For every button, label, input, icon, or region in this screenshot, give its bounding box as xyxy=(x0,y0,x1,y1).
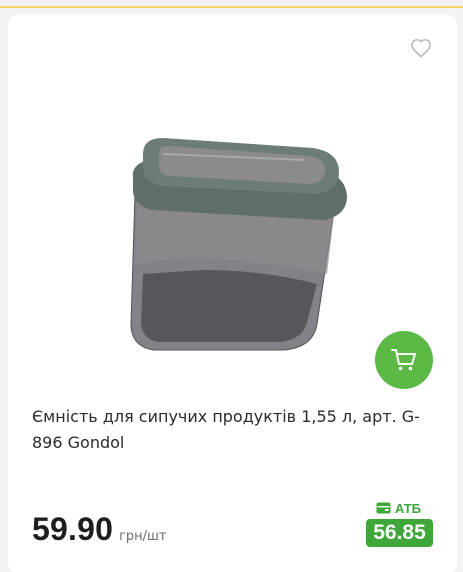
product-card[interactable]: Ємність для сипучих продуктів 1,55 л, ар… xyxy=(8,14,457,572)
loyalty-label-text: АТБ xyxy=(395,500,422,516)
favorite-button[interactable] xyxy=(410,38,434,60)
regular-price: 59.90 грн/шт xyxy=(32,511,167,548)
product-image[interactable] xyxy=(113,124,363,360)
add-to-cart-button[interactable] xyxy=(375,331,433,389)
wallet-icon xyxy=(376,502,391,514)
cart-icon xyxy=(391,349,416,371)
top-divider xyxy=(0,0,463,8)
price-value: 59.90 xyxy=(32,511,114,547)
price-unit: грн/шт xyxy=(119,529,167,544)
loyalty-price: 56.85 xyxy=(366,519,433,547)
product-title[interactable]: Ємність для сипучих продуктів 1,55 л, ар… xyxy=(32,404,442,456)
loyalty-label: АТБ xyxy=(376,500,421,516)
heart-icon xyxy=(411,39,431,58)
